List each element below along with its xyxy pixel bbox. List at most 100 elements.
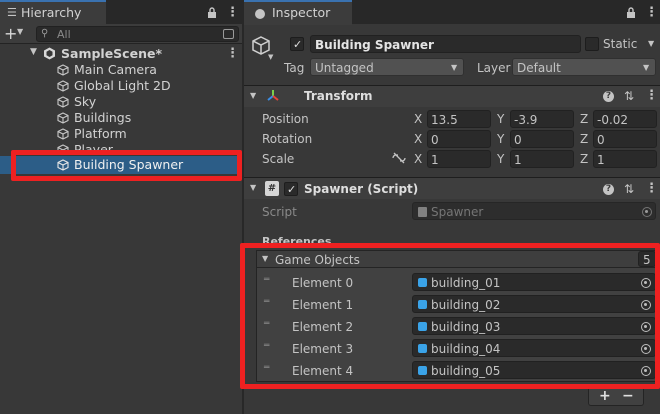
field-value: 0 bbox=[514, 133, 522, 147]
field-value: 13.5 bbox=[431, 113, 458, 127]
inspector-tab-label: Inspector bbox=[272, 5, 331, 20]
field-value: 1 bbox=[431, 153, 439, 167]
active-checkbox[interactable]: ✓ bbox=[290, 37, 304, 51]
static-dropdown-arrow[interactable]: ▼ bbox=[648, 40, 654, 48]
search-icon: ⚲ bbox=[41, 28, 49, 39]
hierarchy-item-main-camera[interactable]: Main Camera bbox=[0, 62, 242, 78]
icon-dropdown-arrow[interactable]: ▼ bbox=[268, 54, 273, 61]
scale-x-field[interactable]: 1 bbox=[427, 150, 491, 168]
axis-z-label[interactable]: Z bbox=[580, 113, 588, 125]
hierarchy-toolbar: + ▼ ⚲ All bbox=[0, 24, 242, 44]
position-y-field[interactable]: -3.9 bbox=[510, 110, 574, 128]
axis-y-label[interactable]: Y bbox=[497, 133, 504, 145]
gameobject-cube-icon bbox=[57, 96, 69, 108]
object-name-field[interactable]: Building Spawner bbox=[310, 35, 581, 53]
foldout-arrow-icon[interactable]: ▼ bbox=[250, 184, 256, 192]
help-icon[interactable]: ? bbox=[603, 91, 614, 102]
tag-label: Tag bbox=[284, 61, 305, 75]
chevron-down-icon: ▼ bbox=[643, 63, 650, 72]
hierarchy-item-buildings[interactable]: Buildings bbox=[0, 110, 242, 126]
hierarchy-tab-label: Hierarchy bbox=[21, 5, 82, 20]
scale-y-field[interactable]: 1 bbox=[510, 150, 574, 168]
unlink-icon[interactable] bbox=[392, 152, 406, 164]
gameobject-cube-icon bbox=[57, 80, 69, 92]
tag-value: Untagged bbox=[315, 61, 374, 75]
gameobject-cube-icon bbox=[57, 128, 69, 140]
position-label: Position bbox=[262, 112, 309, 126]
hierarchy-item-global-light[interactable]: Global Light 2D bbox=[0, 78, 242, 94]
axis-y-label[interactable]: Y bbox=[497, 153, 504, 165]
script-value: Spawner bbox=[431, 205, 484, 219]
highlight-box-inspector bbox=[240, 243, 660, 389]
rotation-label: Rotation bbox=[262, 132, 313, 146]
foldout-arrow-icon[interactable]: ▼ bbox=[250, 92, 256, 100]
hierarchy-item-label: Global Light 2D bbox=[74, 78, 171, 93]
script-icon: # bbox=[265, 181, 279, 196]
search-input[interactable]: ⚲ All bbox=[36, 26, 239, 42]
component-menu-icon[interactable]: ⋮ bbox=[645, 89, 658, 102]
highlight-box-hierarchy bbox=[11, 150, 242, 181]
scale-z-field[interactable]: 1 bbox=[593, 150, 657, 168]
object-picker-icon bbox=[642, 207, 652, 217]
static-label: Static bbox=[603, 37, 638, 51]
list-footer: + − bbox=[588, 386, 644, 406]
transform-header[interactable]: ▼ Transform ? ⇅ ⋮ bbox=[244, 85, 660, 107]
axis-y-label[interactable]: Y bbox=[497, 113, 504, 125]
hierarchy-item-label: Sky bbox=[74, 94, 97, 109]
tag-dropdown[interactable]: Untagged ▼ bbox=[310, 58, 464, 76]
lock-icon[interactable] bbox=[626, 7, 636, 19]
unity-scene-icon bbox=[44, 47, 55, 60]
script-file-icon bbox=[418, 207, 427, 217]
add-element-button[interactable]: + bbox=[599, 389, 611, 403]
enabled-checkbox[interactable]: ✓ bbox=[284, 182, 298, 196]
info-icon bbox=[255, 9, 265, 19]
hierarchy-item-label: Main Camera bbox=[74, 62, 157, 77]
hierarchy-item-label: Platform bbox=[74, 126, 127, 141]
field-value: -3.9 bbox=[514, 113, 538, 127]
script-label: Script bbox=[262, 205, 297, 219]
tab-hierarchy[interactable]: ☰ Hierarchy bbox=[0, 0, 106, 25]
presets-icon[interactable]: ⇅ bbox=[624, 90, 634, 102]
component-menu-icon[interactable]: ⋮ bbox=[645, 182, 658, 195]
axis-z-label[interactable]: Z bbox=[580, 133, 588, 145]
rotation-x-field[interactable]: 0 bbox=[427, 130, 491, 148]
transform-title: Transform bbox=[304, 89, 373, 103]
chevron-down-icon[interactable]: ▼ bbox=[17, 28, 23, 36]
remove-element-button[interactable]: − bbox=[622, 389, 634, 403]
position-z-field[interactable]: -0.02 bbox=[593, 110, 657, 128]
hierarchy-item-sky[interactable]: Sky bbox=[0, 94, 242, 110]
axis-x-label[interactable]: X bbox=[414, 133, 422, 145]
list-icon: ☰ bbox=[7, 6, 17, 19]
hierarchy-item-platform[interactable]: Platform bbox=[0, 126, 242, 142]
scene-row[interactable]: ▼ SampleScene* ⋮ bbox=[0, 46, 242, 62]
presets-icon[interactable]: ⇅ bbox=[624, 183, 634, 195]
foldout-arrow-icon[interactable]: ▼ bbox=[30, 48, 37, 57]
checkmark-icon: ✓ bbox=[287, 183, 297, 196]
more-menu-icon[interactable]: ⋮ bbox=[645, 6, 658, 19]
layer-label: Layer bbox=[477, 61, 511, 75]
add-object-button[interactable]: + bbox=[4, 26, 17, 42]
rotation-z-field[interactable]: 0 bbox=[593, 130, 657, 148]
axis-x-label[interactable]: X bbox=[414, 113, 422, 125]
axis-z-label[interactable]: Z bbox=[580, 153, 588, 165]
field-value: -0.02 bbox=[597, 113, 629, 127]
rotation-y-field[interactable]: 0 bbox=[510, 130, 574, 148]
tab-inspector[interactable]: Inspector bbox=[244, 0, 352, 25]
search-filter-icon[interactable] bbox=[223, 29, 234, 39]
position-x-field[interactable]: 13.5 bbox=[427, 110, 491, 128]
help-icon[interactable]: ? bbox=[603, 184, 614, 195]
transform-icon bbox=[267, 90, 279, 101]
hierarchy-item-label: Buildings bbox=[74, 110, 132, 125]
scene-menu-icon[interactable]: ⋮ bbox=[226, 47, 239, 60]
static-checkbox[interactable] bbox=[585, 37, 599, 51]
layer-dropdown[interactable]: Default ▼ bbox=[512, 58, 656, 76]
spawner-title: Spawner (Script) bbox=[304, 182, 419, 196]
lock-icon[interactable] bbox=[207, 7, 217, 19]
more-menu-icon[interactable]: ⋮ bbox=[226, 6, 239, 19]
axis-x-label[interactable]: X bbox=[414, 153, 422, 165]
spawner-header[interactable]: ▼ # ✓ Spawner (Script) ? ⇅ ⋮ bbox=[244, 177, 660, 199]
field-value: 0 bbox=[597, 133, 605, 147]
search-placeholder: All bbox=[57, 28, 71, 41]
layer-value: Default bbox=[517, 61, 561, 75]
object-name-value: Building Spawner bbox=[315, 38, 434, 52]
